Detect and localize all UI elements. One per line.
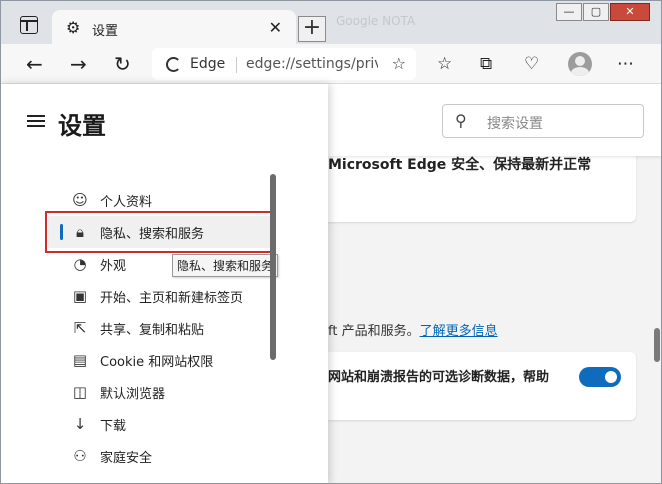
browser-icon: ◫ [72, 383, 88, 401]
highlight-box [45, 211, 273, 253]
title-bar: ⚙ 设置 ✕ + Google NOTA — ▢ ✕ [0, 0, 662, 46]
sidebar-item-downloads[interactable]: ↓ 下载 [48, 408, 270, 440]
search-settings-input[interactable]: ⚲ 搜索设置 [442, 104, 644, 138]
forward-arrow-icon[interactable]: → [70, 52, 87, 76]
content-scrollbar[interactable] [654, 328, 660, 362]
sidebar-item-start-home[interactable]: ▣ 开始、主页和新建标签页 [48, 280, 270, 312]
background-window-tabs: Google NOTA [336, 14, 416, 28]
back-arrow-icon[interactable]: ← [26, 52, 43, 76]
settings-content: Microsoft Edge 安全、保持最新并正常 ft 产品和服务。了解更多信… [328, 84, 662, 484]
diagnostic-data-toggle[interactable] [579, 367, 621, 387]
sidebar-item-cookies[interactable]: ▤ Cookie 和网站权限 [48, 344, 270, 376]
privacy-info-text: ft 产品和服务。 [328, 324, 420, 339]
sidebar-item-label: 家庭安全 [100, 451, 153, 466]
share-icon: ⇱ [73, 319, 87, 337]
close-window-button[interactable]: ✕ [610, 3, 650, 21]
browser-toolbar: ← → ↻ Edge edge://settings/privacy ☆ ☆ ⧉… [0, 44, 662, 84]
security-card: Microsoft Edge 安全、保持最新并正常 [328, 154, 636, 222]
sidebar-item-label: 个人资料 [100, 195, 153, 210]
maximize-button[interactable]: ▢ [583, 3, 609, 21]
sidebar-item-label: 下载 [100, 419, 127, 434]
sidebar-item-label: 默认浏览器 [100, 387, 166, 402]
diagnostic-data-card: 网站和崩溃报告的可选诊断数据，帮助 [328, 352, 636, 420]
settings-page: Microsoft Edge 安全、保持最新并正常 ft 产品和服务。了解更多信… [0, 84, 662, 484]
address-bar[interactable]: Edge edge://settings/privacy ☆ [152, 48, 416, 80]
new-tab-button[interactable]: + [298, 16, 326, 42]
sidebar-scrollbar[interactable] [270, 174, 276, 360]
tab-title: 设置 [92, 24, 119, 39]
gear-icon: ⚙ [66, 18, 81, 37]
more-menu-icon[interactable]: ⋯ [617, 53, 634, 75]
tooltip: 隐私、搜索和服务 [172, 254, 279, 277]
page-title: 设置 [58, 112, 106, 140]
sidebar-item-family[interactable]: ⚇ 家庭安全 [48, 440, 270, 472]
home-grid-icon: ▣ [72, 287, 88, 305]
hamburger-menu-icon[interactable] [27, 115, 45, 127]
search-icon: ⚲ [455, 111, 467, 130]
tab-close-button[interactable]: ✕ [269, 18, 282, 37]
search-placeholder: 搜索设置 [487, 116, 543, 132]
settings-sidebar: 设置 ☺ 个人资料 🔒︎ 隐私、搜索和服务 ◔ 外观 ▣ 开始、主页和新建标签页… [0, 84, 328, 484]
palette-icon: ◔ [73, 255, 87, 273]
family-icon: ⚇ [73, 447, 87, 465]
collections-icon[interactable]: ⧉ [480, 53, 492, 75]
tab-settings[interactable]: ⚙ 设置 ✕ [52, 10, 296, 46]
favorites-icon[interactable]: ☆ [437, 53, 452, 75]
content-header: ⚲ 搜索设置 [328, 84, 662, 156]
site-permissions-icon: ▤ [72, 351, 88, 369]
browser-essentials-icon[interactable]: ♡ [524, 53, 539, 75]
security-card-text: Microsoft Edge 安全、保持最新并正常 [328, 157, 592, 173]
learn-more-link[interactable]: 了解更多信息 [420, 324, 498, 339]
profile-avatar[interactable] [568, 52, 592, 76]
sidebar-item-label: 开始、主页和新建标签页 [100, 291, 244, 306]
refresh-icon[interactable]: ↻ [114, 52, 131, 76]
tab-actions-icon[interactable] [20, 16, 38, 34]
minimize-button[interactable]: — [556, 3, 582, 21]
privacy-info-line: ft 产品和服务。了解更多信息 [328, 320, 498, 339]
diagnostic-data-text: 网站和崩溃报告的可选诊断数据，帮助 [328, 370, 550, 385]
add-favorite-icon[interactable]: ☆ [392, 54, 406, 73]
address-url[interactable]: edge://settings/privacy [246, 56, 378, 72]
sidebar-item-default-browser[interactable]: ◫ 默认浏览器 [48, 376, 270, 408]
address-brand: Edge [190, 56, 226, 72]
download-icon: ↓ [73, 415, 87, 433]
sidebar-item-label: Cookie 和网站权限 [100, 355, 214, 370]
profile-icon: ☺ [72, 191, 88, 209]
sidebar-item-label: 共享、复制和粘贴 [100, 323, 205, 338]
sidebar-item-share[interactable]: ⇱ 共享、复制和粘贴 [48, 312, 270, 344]
address-divider [236, 57, 237, 73]
sidebar-item-label: 外观 [100, 259, 127, 274]
window-controls: — ▢ ✕ [555, 3, 650, 21]
edge-logo-icon [166, 57, 181, 72]
